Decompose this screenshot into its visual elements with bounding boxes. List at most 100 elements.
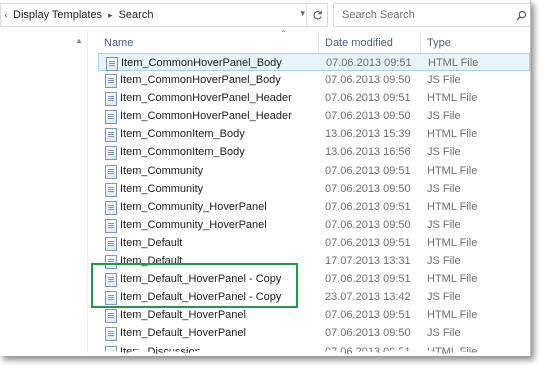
- scroll-up-icon[interactable]: ▲: [75, 36, 83, 45]
- file-type: HTML File: [427, 236, 478, 249]
- file-date: 07.06.2013 09:50: [325, 182, 411, 195]
- file-icon: [105, 110, 117, 125]
- file-date: 07.06.2013 09:51: [326, 57, 412, 69]
- file-row[interactable]: Item_Default_HoverPanel 07.06.2013 09:51 H…: [98, 306, 530, 324]
- file-name: Item_CommonHoverPanel_Body: [120, 74, 281, 87]
- pane-divider[interactable]: [87, 30, 88, 356]
- file-row[interactable]: Item_Community 07.06.2013 09:50 JS File: [98, 180, 530, 198]
- file-date: 23.07.2013 13:42: [325, 291, 411, 304]
- file-date: 07.06.2013 09:51: [325, 273, 411, 286]
- file-icon: [105, 128, 117, 143]
- file-type: HTML File: [427, 92, 478, 105]
- column-date-header[interactable]: Date modified: [325, 37, 393, 49]
- file-date: 07.06.2013 09:51: [325, 236, 411, 249]
- file-type: HTML File: [427, 164, 478, 177]
- file-name: Item_CommonItem_Body: [120, 128, 245, 141]
- file-date: 07.06.2013 09:51: [325, 200, 411, 213]
- file-name: Item_Community: [120, 182, 204, 195]
- file-row[interactable]: Item_Default 17.07.2013 13:31 JS File: [98, 252, 530, 270]
- file-date: 17.07.2013 13:31: [325, 255, 411, 268]
- file-row[interactable]: Item_CommonHoverPanel_Header 07.06.2013 0…: [98, 89, 530, 107]
- file-type: HTML File: [428, 57, 479, 69]
- file-type: JS File: [427, 146, 461, 159]
- file-name: Item_Default: [120, 236, 183, 249]
- file-date: 07.06.2013 09:51: [325, 309, 411, 322]
- file-date: 07.06.2013 09:50: [325, 218, 411, 231]
- file-type: HTML File: [427, 309, 478, 322]
- file-icon: [106, 57, 118, 71]
- address-bar[interactable]: ‹ Display Templates ▸ Search ▾: [0, 3, 328, 27]
- file-name: Item_Community_HoverPanel: [120, 218, 267, 231]
- column-name-header[interactable]: Name: [104, 37, 133, 49]
- chevron-down-icon[interactable]: ▾: [300, 8, 305, 19]
- file-type: JS File: [427, 110, 461, 123]
- column-type-header[interactable]: Type: [427, 37, 451, 49]
- file-type: HTML File: [427, 200, 478, 213]
- breadcrumb-item-display-templates[interactable]: Display Templates: [11, 9, 104, 21]
- file-icon: [105, 291, 117, 306]
- file-row[interactable]: Item_Default_HoverPanel - Copy 07.06.2013…: [98, 270, 530, 288]
- file-icon: [105, 309, 117, 324]
- file-row[interactable]: Item_Community_HoverPanel 07.06.2013 09:5…: [98, 216, 530, 234]
- column-divider[interactable]: [318, 33, 319, 52]
- file-name: Item_CommonHoverPanel_Header: [120, 110, 292, 123]
- file-row[interactable]: Item_CommonHoverPanel_Body 07.06.2013 09:…: [98, 53, 530, 72]
- chevron-right-icon[interactable]: ▸: [104, 10, 117, 21]
- file-date: 07.06.2013 09:51: [325, 164, 411, 177]
- column-header: ⌃ Name Date modified Type: [98, 29, 530, 52]
- column-divider[interactable]: [420, 33, 421, 52]
- file-name: Item_CommonHoverPanel_Header: [120, 92, 292, 105]
- file-icon: [105, 327, 117, 342]
- file-icon: [105, 182, 117, 197]
- file-icon: [105, 255, 117, 270]
- file-icon: [105, 92, 117, 107]
- file-row[interactable]: Item_CommonHoverPanel_Header 07.06.2013 0…: [98, 107, 530, 125]
- sort-up-icon: ⌃: [280, 29, 287, 38]
- file-name: Item_Default: [120, 255, 183, 268]
- file-type: JS File: [427, 327, 461, 340]
- file-row[interactable]: Item_Default_HoverPanel - Copy 23.07.2013…: [98, 288, 530, 306]
- file-name: Item_Default_HoverPanel: [120, 327, 246, 340]
- file-type: JS File: [427, 291, 461, 304]
- file-icon: [105, 273, 117, 288]
- file-type: JS File: [427, 182, 461, 195]
- search-box[interactable]: Search Search: [333, 3, 530, 27]
- file-name: Item_CommonHoverPanel_Body: [121, 57, 282, 69]
- file-date: 07.06.2013 09:50: [325, 110, 411, 123]
- file-name: Item_Community_HoverPanel: [120, 200, 267, 213]
- file-type: JS File: [427, 74, 461, 87]
- file-row[interactable]: Item_Default 07.06.2013 09:51 HTML File: [98, 234, 530, 252]
- file-type: HTML File: [427, 128, 478, 141]
- explorer-window: ‹ Display Templates ▸ Search ▾ Search Se…: [0, 0, 531, 356]
- search-icon[interactable]: [512, 10, 530, 21]
- file-icon: [105, 218, 117, 233]
- file-row[interactable]: Item_CommonHoverPanel_Body 07.06.2013 09:…: [98, 71, 530, 89]
- file-row[interactable]: Item_CommonItem_Body 13.06.2013 15:39 HTML…: [98, 125, 530, 143]
- file-date: 13.06.2013 16:56: [325, 146, 411, 159]
- chevron-left-icon[interactable]: ‹: [1, 10, 11, 21]
- file-name: Item_Default_HoverPanel - Copy: [120, 291, 282, 304]
- file-type: JS File: [427, 255, 461, 268]
- breadcrumb-item-search[interactable]: Search: [117, 9, 156, 21]
- navigation-pane[interactable]: [0, 30, 87, 356]
- file-row[interactable]: Item_Community 07.06.2013 09:51 HTML File: [98, 162, 530, 180]
- file-type: HTML File: [427, 273, 478, 286]
- file-type: JS File: [427, 218, 461, 231]
- file-row[interactable]: Item_Default_HoverPanel 07.06.2013 09:50 J…: [98, 324, 530, 342]
- torn-edge: [0, 349, 530, 356]
- file-row[interactable]: Item_CommonItem_Body 13.06.2013 16:56 JS F…: [98, 143, 530, 161]
- file-icon: [105, 236, 117, 251]
- file-row[interactable]: Item_Community_HoverPanel 07.06.2013 09:5…: [98, 198, 530, 216]
- file-icon: [105, 200, 117, 215]
- file-icon: [105, 164, 117, 179]
- file-name: Item_Default_HoverPanel - Copy: [120, 273, 282, 286]
- file-date: 07.06.2013 09:50: [325, 74, 411, 87]
- file-name: Item_Community: [120, 164, 204, 177]
- file-date: 07.06.2013 09:51: [325, 92, 411, 105]
- file-name: Item_Default_HoverPanel: [120, 309, 246, 322]
- refresh-icon[interactable]: [306, 4, 327, 26]
- search-input[interactable]: Search Search: [334, 9, 512, 21]
- file-name: Item_CommonItem_Body: [120, 146, 245, 159]
- file-list: Item_CommonHoverPanel_Body 07.06.2013 09:…: [98, 53, 530, 356]
- file-icon: [105, 74, 117, 89]
